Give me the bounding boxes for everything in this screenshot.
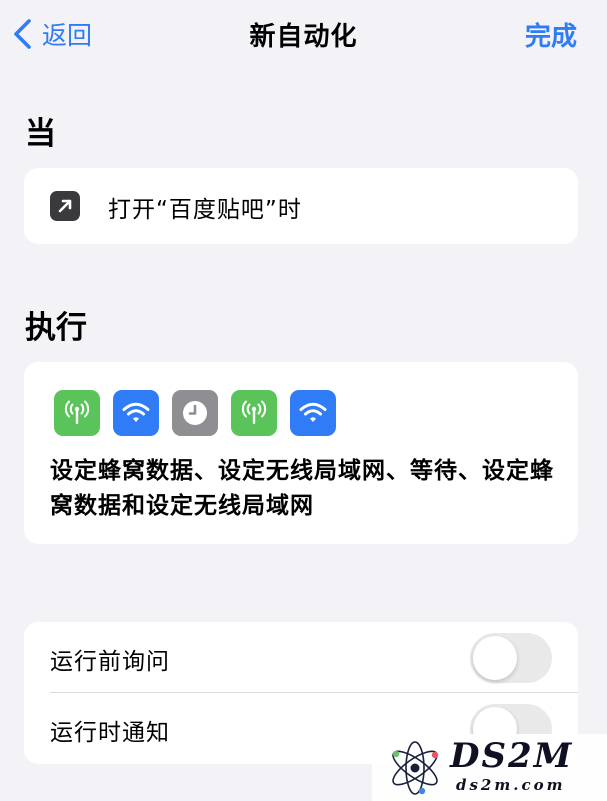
atom-logo-icon (392, 741, 439, 795)
setting-row-ask-before-running: 运行前询问 (24, 622, 578, 693)
actions-card[interactable]: 设定蜂窝数据、设定无线局域网、等待、设定蜂窝数据和设定无线局域网 (24, 362, 578, 544)
cellular-icon (54, 390, 100, 436)
arrow-up-right-icon (50, 191, 80, 221)
done-button[interactable]: 完成 (525, 16, 577, 53)
watermark: DS2M ds2m.com (372, 734, 607, 801)
actions-summary: 设定蜂窝数据、设定无线局域网、等待、设定蜂窝数据和设定无线局域网 (50, 458, 554, 519)
trigger-card[interactable]: 打开“百度贴吧”时 (24, 168, 578, 244)
action-section-header: 执行 (25, 310, 87, 346)
wifi-icon (113, 390, 159, 436)
wifi-icon (290, 390, 336, 436)
trigger-section-header: 当 (25, 116, 56, 152)
page-title: 新自动化 (249, 22, 358, 52)
watermark-brand: DS2M (450, 736, 574, 776)
trigger-label: 打开“百度贴吧”时 (108, 197, 302, 223)
action-icon-row (54, 390, 336, 436)
ask-before-running-label: 运行前询问 (50, 649, 170, 675)
clock-icon (172, 390, 218, 436)
watermark-url: ds2m.com (456, 776, 566, 794)
cellular-icon (231, 390, 277, 436)
toggle-knob (473, 636, 517, 680)
ask-before-running-toggle[interactable] (470, 633, 552, 683)
notify-when-run-label: 运行时通知 (50, 720, 170, 746)
navigation-bar: 返回 新自动化 完成 (0, 0, 607, 66)
